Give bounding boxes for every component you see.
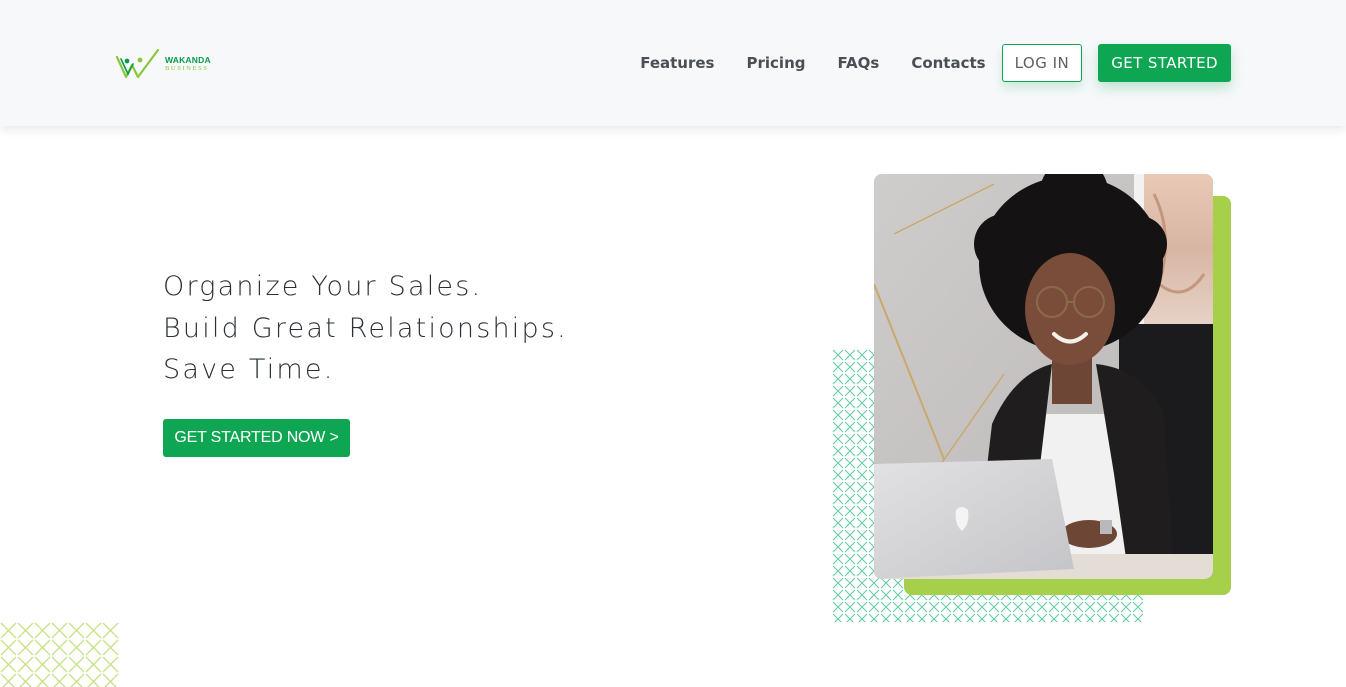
main-nav: Features Pricing FAQs Contacts LOG IN GE…	[640, 44, 1231, 82]
nav-link-pricing[interactable]: Pricing	[747, 54, 806, 72]
crosshatch-pattern-left	[0, 622, 120, 687]
site-header: WAKANDA BUSINESS Features Pricing FAQs C…	[0, 0, 1346, 126]
brand-wordmark: WAKANDA BUSINESS	[165, 54, 211, 73]
woman-with-laptop-photo	[874, 174, 1213, 579]
brand-subname: BUSINESS	[165, 65, 209, 72]
hero-headline: Organize Your Sales. Build Great Relatio…	[163, 266, 568, 391]
nav-link-contacts[interactable]: Contacts	[911, 54, 985, 72]
hero-line-2: Build Great Relationships.	[163, 312, 568, 344]
get-started-now-button[interactable]: GET STARTED NOW >	[163, 419, 350, 457]
brand-logo[interactable]: WAKANDA BUSINESS	[115, 47, 225, 81]
nav-link-faqs[interactable]: FAQs	[837, 54, 879, 72]
wakanda-w-mark-icon	[115, 48, 160, 79]
brand-name: WAKANDA	[165, 54, 211, 65]
hero-line-3: Save Time.	[163, 354, 335, 385]
hero-line-1: Organize Your Sales.	[163, 271, 483, 302]
get-started-button[interactable]: GET STARTED	[1098, 44, 1231, 82]
page: WAKANDA BUSINESS Features Pricing FAQs C…	[0, 0, 1346, 687]
nav-link-features[interactable]: Features	[640, 54, 714, 72]
login-button[interactable]: LOG IN	[1001, 44, 1083, 82]
